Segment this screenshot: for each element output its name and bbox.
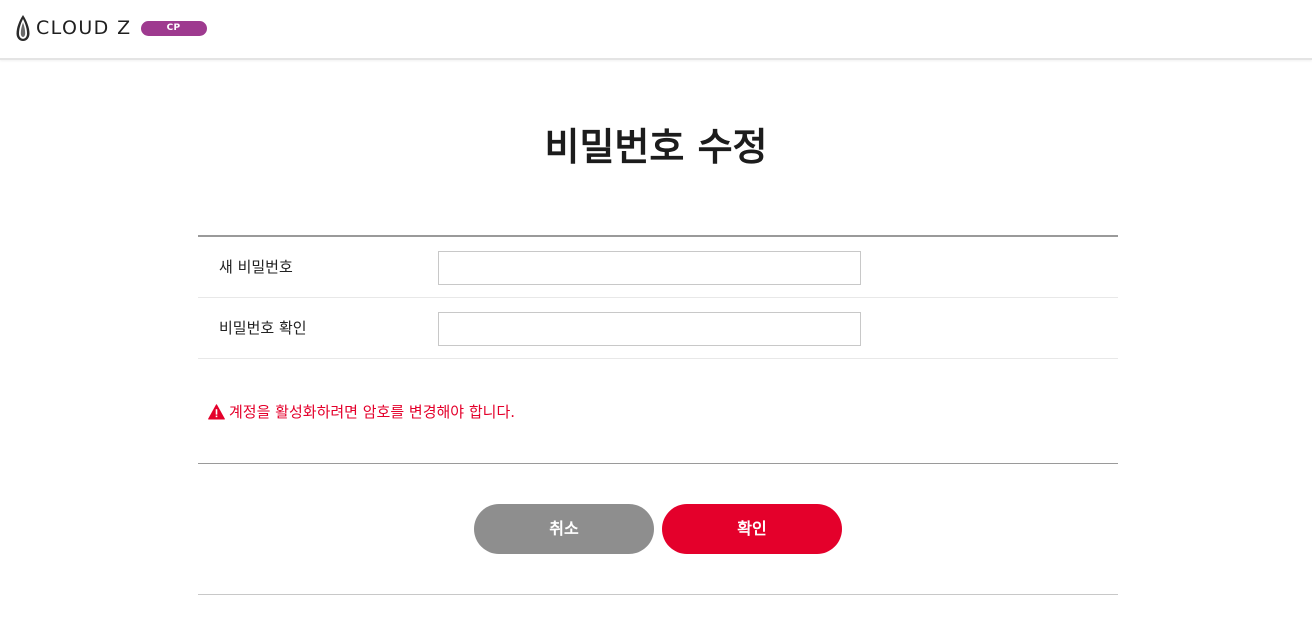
logo-text: CLOUD Z bbox=[36, 17, 132, 39]
form-divider bbox=[198, 463, 1118, 464]
warning-text: 계정을 활성화하려면 암호를 변경해야 합니다. bbox=[229, 403, 516, 421]
bottom-divider bbox=[198, 594, 1118, 595]
new-password-label: 새 비밀번호 bbox=[219, 258, 293, 276]
password-form: 새 비밀번호 비밀번호 확인 bbox=[198, 235, 1118, 359]
logo-drop-icon bbox=[16, 15, 30, 41]
warning-triangle-icon bbox=[208, 403, 225, 419]
top-header: CLOUD Z CP bbox=[0, 0, 1312, 60]
confirm-password-input[interactable] bbox=[438, 312, 861, 346]
cloud-z-logo[interactable]: CLOUD Z CP bbox=[15, 14, 207, 42]
confirm-password-label: 비밀번호 확인 bbox=[219, 319, 307, 337]
page-title: 비밀번호 수정 bbox=[544, 125, 768, 169]
warning-message: 계정을 활성화하려면 암호를 변경해야 합니다. bbox=[208, 401, 515, 422]
cancel-button[interactable]: 취소 bbox=[474, 504, 654, 554]
confirm-button[interactable]: 확인 bbox=[662, 504, 842, 554]
cp-badge: CP bbox=[140, 20, 207, 36]
form-row-new-password: 새 비밀번호 bbox=[198, 237, 1118, 298]
form-row-confirm-password: 비밀번호 확인 bbox=[198, 298, 1118, 359]
new-password-input[interactable] bbox=[438, 251, 861, 285]
